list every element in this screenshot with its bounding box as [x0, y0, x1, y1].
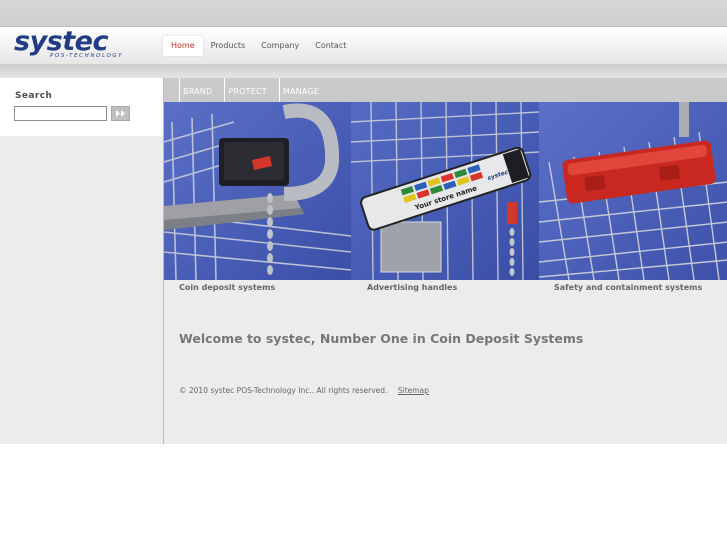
main-content: BRAND PROTECT MANAGE Your store name sys…: [163, 78, 727, 444]
tile-coin-deposit[interactable]: [164, 102, 351, 280]
search-panel: Search: [0, 78, 163, 136]
double-arrow-icon: [115, 110, 125, 117]
welcome-heading: Welcome to systec, Number One in Coin De…: [179, 331, 584, 346]
sitemap-link[interactable]: Sitemap: [398, 386, 429, 395]
tile-advertising-handle[interactable]: Your store name systec: [351, 102, 539, 280]
subnav-protect[interactable]: PROTECT: [224, 78, 279, 102]
nav-home[interactable]: Home: [163, 36, 203, 56]
search-label: Search: [15, 91, 53, 101]
tile-safety-containment[interactable]: [539, 102, 727, 280]
header-shadow: [0, 64, 727, 78]
footer: © 2010 systec POS-Technology Inc.. All r…: [179, 386, 429, 395]
copyright-text: © 2010 systec POS-Technology Inc.. All r…: [179, 386, 388, 395]
product-tiles: Your store name systec: [164, 102, 727, 280]
logo-subtitle: POS-TECHNOLOGY: [50, 53, 124, 59]
coin-lock-image: [164, 102, 351, 280]
advertising-handle-image: Your store name systec: [351, 102, 539, 280]
search-button[interactable]: [111, 106, 130, 121]
logo[interactable]: systec POS-TECHNOLOGY: [14, 26, 138, 62]
caption-safety-containment[interactable]: Safety and containment systems: [554, 283, 702, 292]
main-nav: Home Products Company Contact: [163, 36, 354, 56]
safety-containment-image: [539, 102, 727, 280]
search-input[interactable]: [14, 106, 107, 121]
subnav-manage[interactable]: MANAGE: [278, 78, 331, 102]
sub-nav: BRAND PROTECT MANAGE: [164, 78, 727, 102]
caption-advertising-handles[interactable]: Advertising handles: [367, 283, 457, 292]
page: systec POS-TECHNOLOGY Home Products Comp…: [0, 0, 727, 545]
nav-contact[interactable]: Contact: [307, 36, 354, 56]
subnav-brand[interactable]: BRAND: [179, 78, 224, 102]
nav-company[interactable]: Company: [253, 36, 307, 56]
nav-products[interactable]: Products: [203, 36, 254, 56]
caption-coin-deposit[interactable]: Coin deposit systems: [179, 283, 275, 292]
sidebar: Search: [0, 78, 163, 444]
top-strip: [0, 0, 727, 26]
